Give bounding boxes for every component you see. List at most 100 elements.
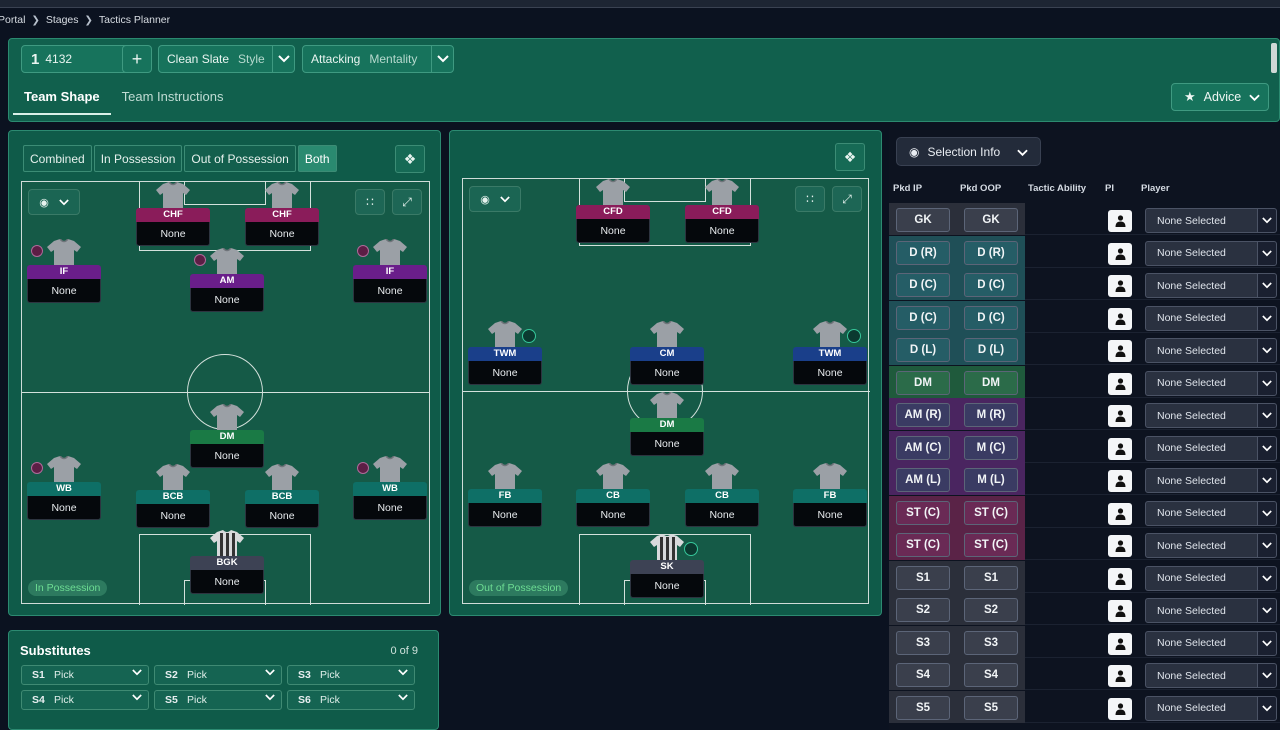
player-slot-bcb[interactable]: BCB None <box>136 464 210 528</box>
expand-pitch-button[interactable]: ⤢ <box>832 186 862 212</box>
substitute-slot-s6[interactable]: S6 Pick <box>287 690 415 710</box>
substitute-slot-s3[interactable]: S3 Pick <box>287 665 415 685</box>
chevron-down-icon[interactable] <box>272 46 294 72</box>
pkd-ip-position[interactable]: AM (L) <box>896 468 950 492</box>
player-select-dropdown[interactable] <box>1257 208 1277 233</box>
tab-team-instructions[interactable]: Team Instructions <box>111 81 235 115</box>
player-slot-wb[interactable]: WB None <box>353 456 427 520</box>
scrollbar-handle[interactable] <box>1271 43 1277 73</box>
player-select-dropdown[interactable] <box>1257 630 1277 656</box>
pkd-ip-position[interactable]: D (C) <box>896 305 950 330</box>
player-instructions-button[interactable] <box>1108 242 1132 265</box>
player-instructions-button[interactable] <box>1108 567 1132 590</box>
mentality-select[interactable]: Attacking Mentality <box>302 45 454 73</box>
player-select[interactable]: None Selected <box>1145 305 1258 331</box>
add-tactic-button[interactable]: + <box>122 45 152 73</box>
phase-in-possession-button[interactable]: In Possession <box>93 145 183 172</box>
pkd-oop-position[interactable]: D (L) <box>964 338 1018 362</box>
tab-team-shape[interactable]: Team Shape <box>13 81 111 115</box>
player-select-dropdown[interactable] <box>1257 370 1277 396</box>
player-instructions-button[interactable] <box>1108 535 1132 557</box>
player-slot-bgk[interactable]: BGK None <box>190 530 264 594</box>
expand-pitch-button[interactable]: ⤢ <box>392 189 422 215</box>
pkd-ip-position[interactable]: S2 <box>896 598 950 622</box>
pkd-oop-position[interactable]: S4 <box>964 663 1018 687</box>
player-select[interactable]: None Selected <box>1145 533 1258 558</box>
chevron-down-icon[interactable] <box>431 46 453 72</box>
player-instructions-button[interactable] <box>1108 470 1132 492</box>
phase-combined-button[interactable]: Combined <box>23 145 92 172</box>
pkd-ip-position[interactable]: DM <box>896 370 950 395</box>
pkd-ip-position[interactable]: AM (C) <box>896 435 950 460</box>
substitute-slot-s5[interactable]: S5 Pick <box>154 690 282 710</box>
player-instructions-button[interactable] <box>1108 210 1132 232</box>
player-slot-bcb[interactable]: BCB None <box>245 464 319 528</box>
style-select[interactable]: Clean Slate Style <box>158 45 295 73</box>
pkd-ip-position[interactable]: GK <box>896 208 950 232</box>
player-slot-twm[interactable]: TWM None <box>468 321 542 385</box>
player-select-dropdown[interactable] <box>1257 338 1277 363</box>
player-slot-chf[interactable]: CHF None <box>245 182 319 246</box>
player-slot-if[interactable]: IF None <box>353 239 427 303</box>
pkd-ip-position[interactable]: S5 <box>896 695 950 720</box>
player-select-dropdown[interactable] <box>1257 695 1277 721</box>
player-select[interactable]: None Selected <box>1145 338 1258 363</box>
grid-view-button[interactable]: ∷ <box>795 186 825 212</box>
pkd-ip-position[interactable]: D (C) <box>896 273 950 297</box>
pkd-oop-position[interactable]: D (C) <box>964 273 1018 297</box>
col-header-pi[interactable]: PI <box>1105 183 1114 194</box>
player-select[interactable]: None Selected <box>1145 468 1258 493</box>
player-slot-dm[interactable]: DM None <box>190 404 264 468</box>
player-slot-cb[interactable]: CB None <box>576 463 650 527</box>
grid-view-button[interactable]: ∷ <box>355 189 385 215</box>
player-instructions-button[interactable] <box>1108 437 1132 460</box>
player-instructions-button[interactable] <box>1108 372 1132 395</box>
col-header-pkd-oop[interactable]: Pkd OOP <box>960 183 1001 194</box>
pkd-oop-position[interactable]: M (L) <box>964 468 1018 492</box>
phase-out-of-possession-button[interactable]: Out of Possession <box>184 145 296 172</box>
player-select-dropdown[interactable] <box>1257 468 1277 493</box>
player-select-dropdown[interactable] <box>1257 403 1277 428</box>
pkd-ip-position[interactable]: S1 <box>896 565 950 590</box>
player-slot-cfd[interactable]: CFD None <box>576 179 650 243</box>
player-select[interactable]: None Selected <box>1145 208 1258 233</box>
player-select[interactable]: None Selected <box>1145 240 1258 266</box>
player-select-dropdown[interactable] <box>1257 240 1277 266</box>
player-instructions-button[interactable] <box>1108 600 1132 622</box>
pkd-oop-position[interactable]: GK <box>964 208 1018 232</box>
pkd-ip-position[interactable]: D (L) <box>896 338 950 362</box>
pkd-oop-position[interactable]: M (C) <box>964 435 1018 460</box>
player-select[interactable]: None Selected <box>1145 630 1258 656</box>
pkd-ip-position[interactable]: D (R) <box>896 240 950 265</box>
pkd-oop-position[interactable]: M (R) <box>964 403 1018 427</box>
pitch-settings-button[interactable]: ❖ <box>395 145 425 173</box>
pkd-oop-position[interactable]: S3 <box>964 630 1018 655</box>
player-slot-chf[interactable]: CHF None <box>136 182 210 246</box>
player-select-dropdown[interactable] <box>1257 435 1277 461</box>
player-instructions-button[interactable] <box>1108 275 1132 297</box>
col-header-pkd-ip[interactable]: Pkd IP <box>893 183 922 194</box>
player-select[interactable]: None Selected <box>1145 598 1258 623</box>
substitute-slot-s2[interactable]: S2 Pick <box>154 665 282 685</box>
player-slot-sk[interactable]: SK None <box>630 534 704 598</box>
player-select-dropdown[interactable] <box>1257 305 1277 331</box>
player-instructions-button[interactable] <box>1108 665 1132 687</box>
player-instructions-button[interactable] <box>1108 632 1132 655</box>
selection-info-select[interactable]: ◉ Selection Info <box>896 137 1041 166</box>
pkd-oop-position[interactable]: DM <box>964 370 1018 395</box>
player-slot-cfd[interactable]: CFD None <box>685 179 759 243</box>
player-instructions-button[interactable] <box>1108 502 1132 525</box>
pkd-ip-position[interactable]: S4 <box>896 663 950 687</box>
player-slot-fb[interactable]: FB None <box>468 463 542 527</box>
pkd-oop-position[interactable]: D (R) <box>964 240 1018 265</box>
pkd-oop-position[interactable]: S2 <box>964 598 1018 622</box>
player-instructions-button[interactable] <box>1108 405 1132 427</box>
player-slot-twm[interactable]: TWM None <box>793 321 867 385</box>
substitute-slot-s1[interactable]: S1 Pick <box>21 665 149 685</box>
pitch-settings-button[interactable]: ❖ <box>835 143 865 171</box>
player-select[interactable]: None Selected <box>1145 370 1258 396</box>
player-slot-wb[interactable]: WB None <box>27 456 101 520</box>
pkd-oop-position[interactable]: S5 <box>964 695 1018 720</box>
pkd-oop-position[interactable]: ST (C) <box>964 500 1018 525</box>
player-select-dropdown[interactable] <box>1257 663 1277 688</box>
